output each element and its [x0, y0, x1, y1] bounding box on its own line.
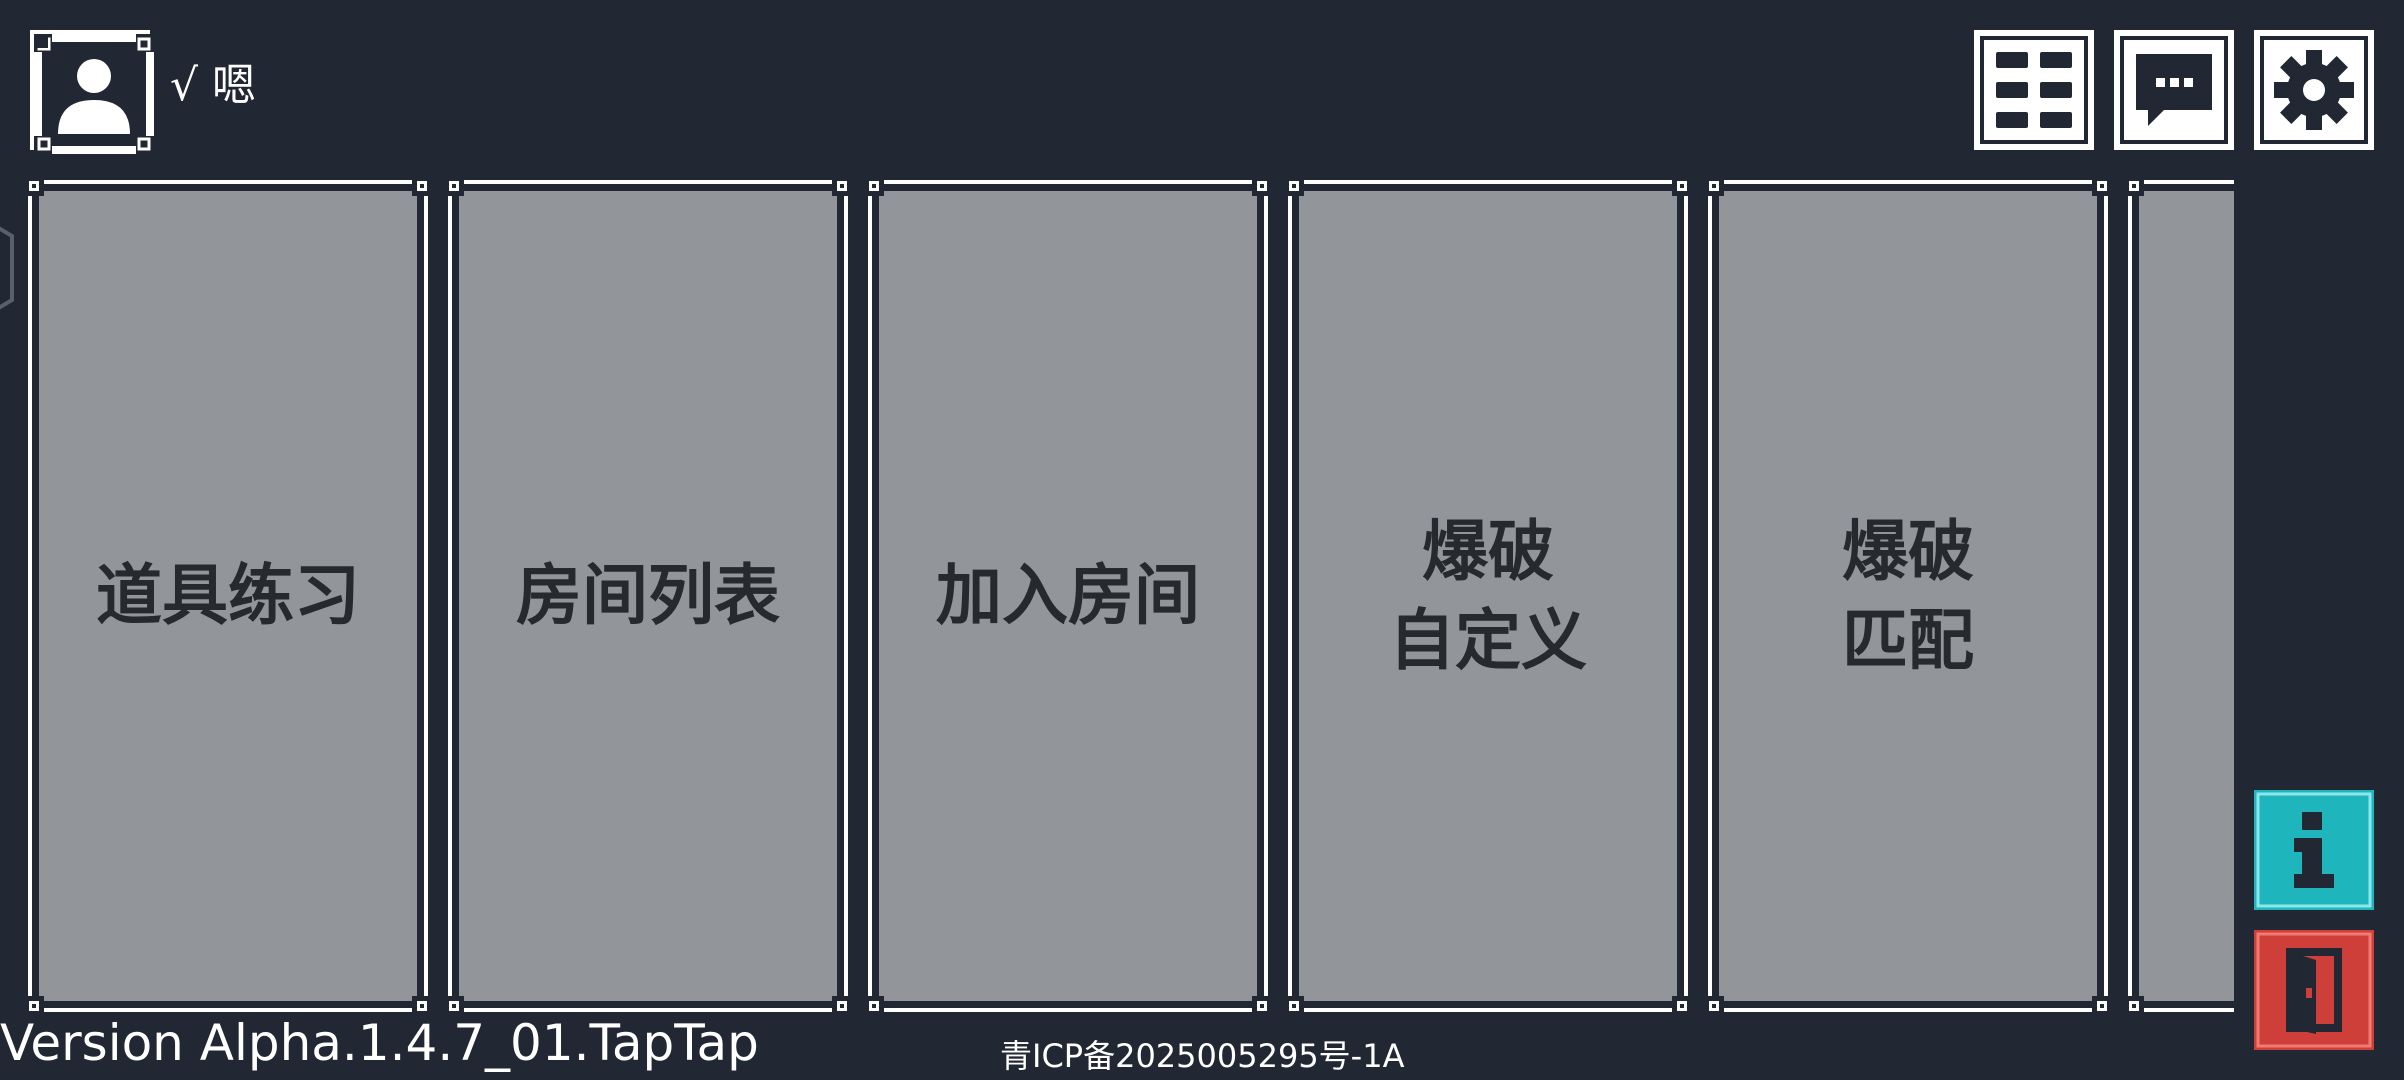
door-exit-icon: [2254, 930, 2374, 1050]
exit-button[interactable]: [2254, 930, 2374, 1050]
card-label-line: 加入房间: [936, 557, 1200, 635]
card-label: 爆破 自定义: [1296, 180, 1680, 1012]
card-label-line: 道具练习: [96, 557, 360, 635]
card-label-line: 爆破: [1842, 512, 1974, 590]
mode-card[interactable]: 爆破 自定义: [1284, 180, 1692, 1016]
user-icon: [34, 34, 154, 154]
mode-card[interactable]: 爆破 匹配: [1704, 180, 2112, 1016]
card-label: 道具练习: [36, 180, 420, 1012]
mode-card[interactable]: 加入房间: [864, 180, 1272, 1016]
card-label: 加入房间: [876, 180, 1260, 1012]
card-label: 爆破 匹配: [1716, 180, 2100, 1012]
profile-avatar-button[interactable]: [30, 30, 154, 154]
gear-icon: [2254, 30, 2374, 150]
card-label-line: 房间列表: [516, 557, 780, 635]
card-label: 房间列表: [456, 180, 840, 1012]
left-scroll-handle[interactable]: [0, 218, 14, 318]
card-label-line: 自定义: [1389, 602, 1587, 679]
main-menu-screen: √ 嗯 道具练习 房间列表 加入房间 爆破 自定义 爆破 匹配 Version …: [0, 0, 2404, 1080]
mode-card[interactable]: 道具练习: [28, 180, 432, 1016]
menu-grid-button[interactable]: [1974, 30, 2094, 150]
card-label-line: 匹配: [1842, 602, 1974, 679]
chat-button[interactable]: [2114, 30, 2234, 150]
info-icon: [2254, 790, 2374, 910]
username-label: √ 嗯: [170, 60, 257, 111]
icp-license-label: 青ICP备2025005295号-1A: [1000, 1037, 1405, 1075]
grid-icon: [1974, 30, 2094, 150]
card-label: [2136, 180, 2234, 1012]
version-label: Version Alpha.1.4.7_01.TapTap: [0, 1014, 759, 1072]
mode-card-partial[interactable]: [2124, 180, 2234, 1016]
chat-icon: [2114, 30, 2234, 150]
card-label-line: 爆破: [1422, 512, 1554, 590]
settings-button[interactable]: [2254, 30, 2374, 150]
mode-cards-row: 道具练习 房间列表 加入房间 爆破 自定义 爆破 匹配: [28, 180, 2234, 1016]
mode-card[interactable]: 房间列表: [444, 180, 852, 1016]
info-button[interactable]: [2254, 790, 2374, 910]
